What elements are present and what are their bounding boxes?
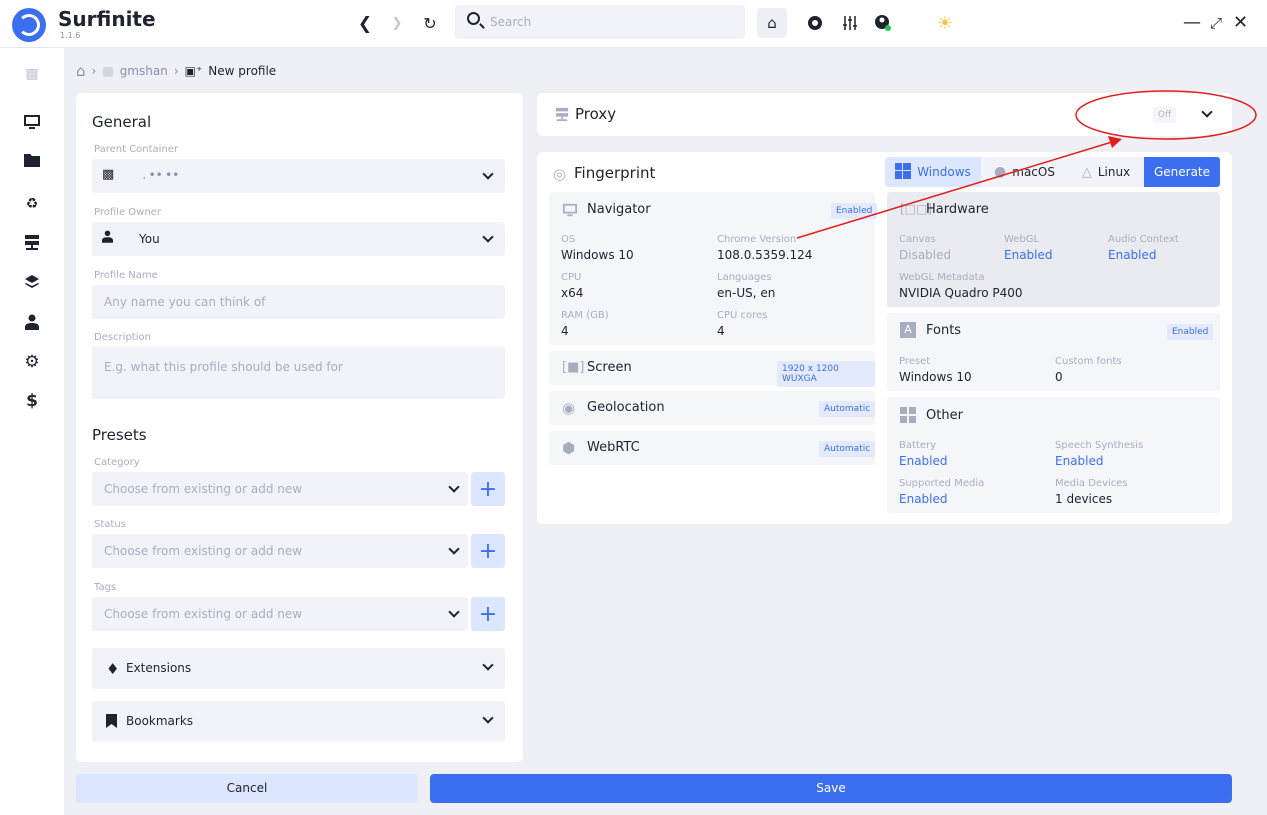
annotation-arrow-line — [796, 141, 1113, 239]
cancel-button[interactable]: Cancel — [76, 774, 418, 803]
save-button[interactable]: Save — [430, 774, 1232, 803]
annotation-ellipse — [1075, 90, 1257, 140]
annotation-arrowhead — [1108, 136, 1122, 148]
annotation-overlay — [796, 90, 1257, 239]
